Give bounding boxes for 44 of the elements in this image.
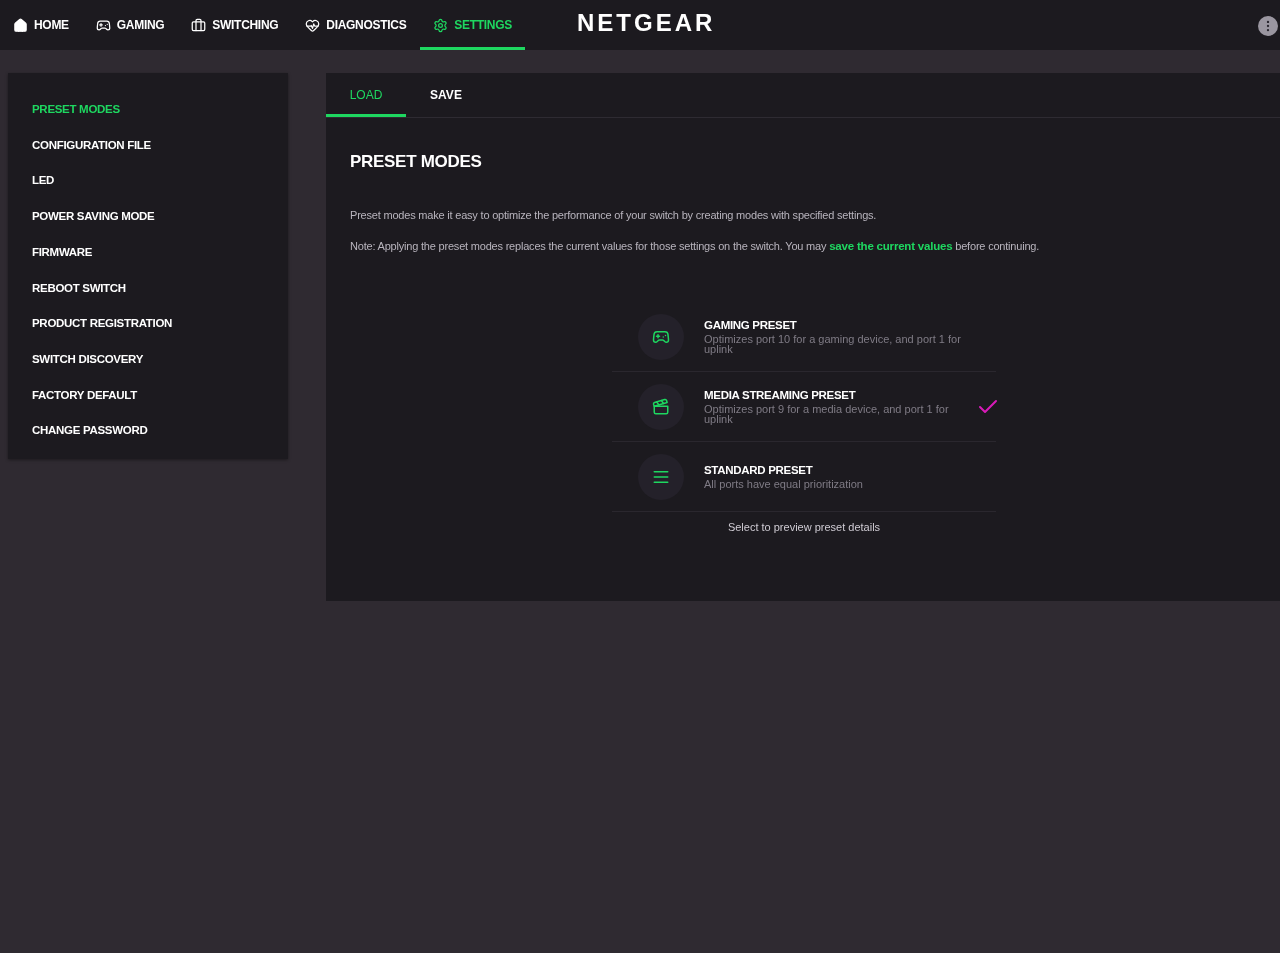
sidebar-item[interactable]: CONFIGURATION FILE [8,127,288,164]
preset-name: MEDIA STREAMING PRESET [704,389,857,401]
preset-option[interactable]: GAMING PRESET Optimizes port 10 for a gaming device, and port 1 for uplink [612,302,996,372]
sidebar-item[interactable]: PRODUCT REGISTRATION [8,306,288,342]
preset-name: STANDARD PRESET [704,464,814,476]
sidebar-item[interactable]: REBOOT SWITCH [8,270,288,307]
preset-description: Optimizes port 9 for a media device, and port 1 for uplink [704,404,950,424]
intro-text: Preset modes make it easy to optimize the performance of your switch by creating modes with specified settings. [350,209,878,221]
sidebar-item[interactable]: SWITCH DISCOVERY [8,341,288,378]
nav-label: GAMING [116,18,165,32]
nav-tab[interactable]: GAMING [82,0,178,50]
page-title: PRESET MODES [350,152,483,172]
clapperboard-icon [652,397,670,416]
sidebar-item[interactable]: POWER SAVING MODE [8,199,288,235]
preset-description: Optimizes port 10 for a gaming device, and port 1 for uplink [704,334,962,354]
nav-tab[interactable]: HOME [0,0,82,50]
nav-label: HOME [34,18,69,32]
briefcase-icon [191,17,207,33]
home-icon [13,17,28,33]
hint-text: Select to preview preset details [726,521,882,533]
sidebar-item[interactable]: PRESET MODES [8,92,288,128]
tab[interactable]: SAVE [406,73,486,117]
preset-description: All ports have equal prioritization [704,479,864,489]
nav-tab[interactable]: DIAGNOSTICS [292,0,420,50]
sidebar-item[interactable]: FIRMWARE [8,234,288,271]
sidebar-item[interactable]: FACTORY DEFAULT [8,377,288,414]
save-values-link[interactable]: save the current values [829,240,953,252]
gamepad-icon [95,17,111,33]
preset-name: GAMING PRESET [704,319,798,331]
sidebar-item[interactable]: LED [8,163,288,200]
nav-label: SWITCHING [212,18,279,32]
sidebar-item[interactable]: CHANGE PASSWORD [8,413,288,450]
preset-option[interactable]: MEDIA STREAMING PRESET Optimizes port 9 for a media device, and port 1 for uplink [612,372,996,442]
nav-label: SETTINGS [454,18,512,32]
nav-label: DIAGNOSTICS [326,18,407,32]
more-button[interactable] [1258,16,1278,36]
note-text: Note: Applying the preset modes replaces the current values for those settings on the switch. You may save the current values before continuing. [350,240,1041,252]
nav-tab[interactable]: SWITCHING [178,0,292,50]
preset-option[interactable]: STANDARD PRESET All ports have equal prioritization [612,442,996,512]
nav-tab[interactable]: SETTINGS [420,0,525,50]
logo: NETGEAR [577,9,716,37]
heart-pulse-icon [305,17,321,33]
settings-icon [433,17,449,33]
tab[interactable]: LOAD [326,73,406,117]
